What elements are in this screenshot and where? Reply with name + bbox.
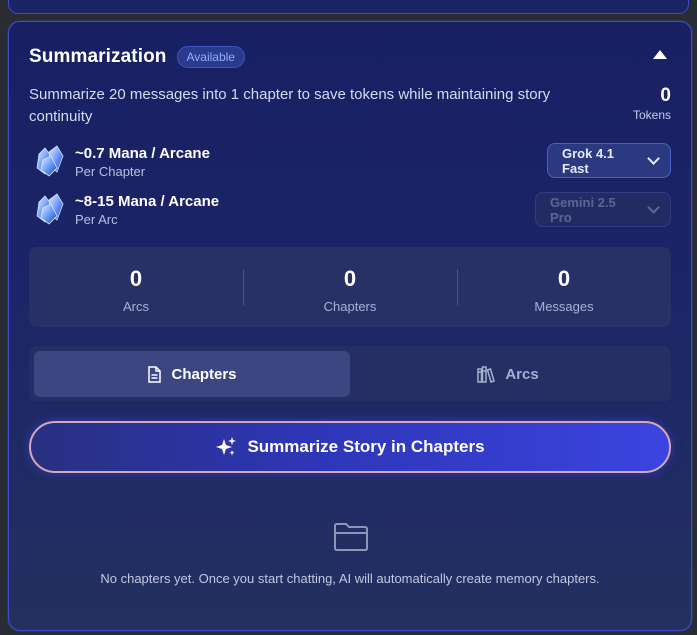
- summary-tabs: Chapters Arcs: [29, 346, 671, 402]
- panel-description: Summarize 20 messages into 1 chapter to …: [29, 86, 551, 125]
- tab-label: Chapters: [171, 365, 237, 383]
- stat-label: Chapters: [323, 299, 377, 314]
- tab-label: Arcs: [505, 365, 539, 383]
- stats-summary: 0 Arcs 0 Chapters 0 Messages: [29, 247, 671, 327]
- summarization-panel: Summarization Available Summarize 20 mes…: [8, 21, 692, 631]
- stat-label: Messages: [534, 299, 594, 314]
- status-badge: Available: [176, 46, 245, 68]
- tokens-value: 0: [660, 85, 671, 106]
- summarize-story-button[interactable]: Summarize Story in Chapters: [29, 421, 671, 473]
- folder-icon: [334, 523, 368, 551]
- chapter-cost-row: ~0.7 Mana / Arcane Per Chapter Grok 4.1 …: [29, 142, 671, 182]
- arc-cost-unit: Per Arc: [75, 212, 118, 227]
- tokens-counter: 0 Tokens: [633, 84, 671, 122]
- stat-value: 0: [343, 266, 357, 291]
- chevron-down-icon: [647, 152, 661, 165]
- chapter-model-select[interactable]: Grok 4.1 Fast: [547, 143, 671, 178]
- stat-arcs: 0 Arcs: [29, 247, 243, 327]
- chapter-cost-unit: Per Chapter: [75, 164, 146, 179]
- panel-title: Summarization: [29, 46, 167, 67]
- mana-crystal-icon: [36, 145, 64, 177]
- stat-chapters: 0 Chapters: [243, 247, 457, 327]
- arc-cost: ~8-15 Mana / Arcane: [75, 193, 220, 210]
- tab-chapters[interactable]: Chapters: [34, 351, 350, 397]
- stat-value: 0: [557, 266, 571, 291]
- stat-messages: 0 Messages: [457, 247, 671, 327]
- tab-arcs[interactable]: Arcs: [350, 351, 666, 397]
- summarize-button-label: Summarize Story in Chapters: [247, 437, 485, 456]
- stat-value: 0: [129, 266, 143, 291]
- arc-model-select: Gemini 2.5 Pro: [535, 192, 671, 227]
- tokens-label: Tokens: [632, 108, 671, 122]
- arc-cost-row: ~8-15 Mana / Arcane Per Arc Gemini 2.5 P…: [29, 190, 671, 230]
- stat-label: Arcs: [123, 299, 149, 314]
- chevron-down-icon: [647, 201, 661, 214]
- collapse-chevron-icon[interactable]: [653, 50, 667, 59]
- chapter-cost: ~0.7 Mana / Arcane: [75, 145, 210, 162]
- empty-state-message: No chapters yet. Once you start chatting…: [100, 571, 600, 586]
- previous-panel-edge: [8, 0, 689, 14]
- books-icon: [477, 365, 496, 383]
- panel-header[interactable]: Summarization Available: [29, 44, 671, 70]
- chapter-model-label: Grok 4.1 Fast: [562, 145, 615, 176]
- arc-model-label: Gemini 2.5 Pro: [550, 194, 616, 225]
- document-icon: [148, 365, 162, 383]
- sparkles-icon: [216, 437, 237, 456]
- mana-crystal-icon: [36, 193, 64, 225]
